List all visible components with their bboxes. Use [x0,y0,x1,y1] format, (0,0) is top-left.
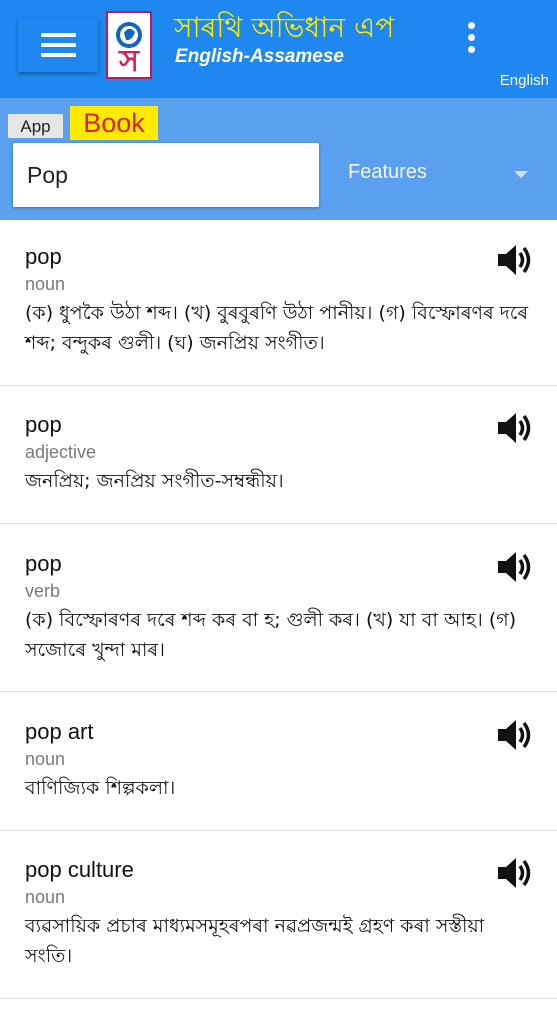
entry-pos: noun [25,749,66,769]
app-bar: স সাৰথি অভিধান এপ English-Assamese Engli… [0,0,557,98]
divider [0,998,557,999]
tab-app[interactable]: App [8,114,63,138]
volume-up-icon[interactable] [495,717,535,753]
divider [0,830,557,831]
language-label[interactable]: English [500,72,549,89]
more-vert-icon[interactable] [460,22,484,56]
entry-pos: noun [25,274,66,294]
divider [0,523,557,524]
entry-pos: verb [25,581,61,601]
volume-up-icon[interactable] [495,242,535,278]
entry-definition: (ক) ধুপকৈ উঠা শব্দ। (খ) বুৰবুৰণি উঠা পান… [25,302,529,354]
entry-word: pop culture [25,857,134,882]
entry-definition: ব্যৱসায়িক প্রচাৰ মাধ্যমসমূহৰপৰা নৱপ্রজন… [25,915,485,967]
entry-pos: noun [25,887,66,907]
tab-book[interactable]: Book [70,106,158,140]
entry-definition: (ক) বিস্ফোৰণৰ দৰে শব্দ কৰ বা হ; গুলী কৰ।… [25,609,517,661]
dropdown-arrow-icon[interactable] [514,171,528,178]
divider [0,691,557,692]
app-subtitle: English-Assamese [175,46,344,67]
menu-icon-bar [41,53,76,57]
entry-definition: জনপ্রিয়; জনপ্রিয় সংগীত-সম্বন্ধীয়। [25,470,284,492]
divider [0,385,557,386]
entry-definition: বাণিজ্যিক শিল্পকলা। [25,777,176,799]
features-dropdown[interactable]: Features [348,161,427,184]
entry-word: pop [25,244,62,269]
search-input[interactable] [13,143,319,207]
menu-button[interactable] [18,18,98,72]
entry-word: pop [25,412,62,437]
app-logo: স [106,11,152,79]
entry-word: pop art [25,719,94,744]
logo-letter: স [118,44,140,77]
entry-pos: adjective [25,442,97,462]
menu-icon-bar [41,43,76,47]
entry-word: pop [25,551,62,576]
volume-up-icon[interactable] [495,855,535,891]
logo-icon: স [108,13,150,77]
volume-up-icon[interactable] [495,410,535,446]
volume-up-icon[interactable] [495,549,535,585]
menu-icon-bar [41,33,76,37]
